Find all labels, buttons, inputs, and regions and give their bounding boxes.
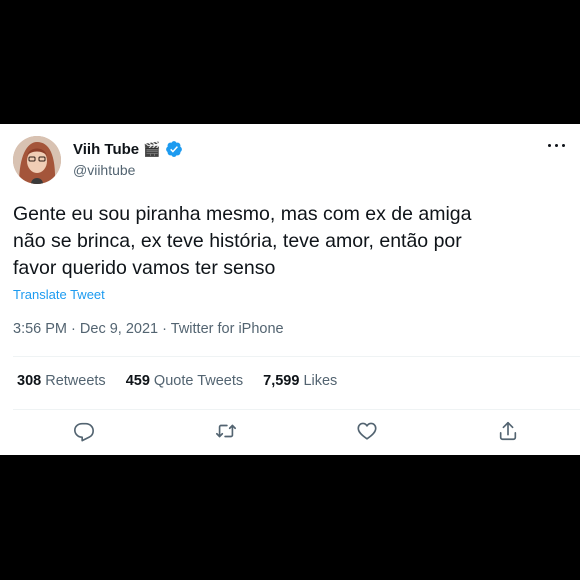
author-display-name[interactable]: Viih Tube <box>73 141 139 158</box>
author-name-row[interactable]: Viih Tube 🎬 <box>73 140 183 158</box>
quotes-count: 459 <box>125 373 150 389</box>
likes-label: Likes <box>303 373 338 389</box>
translate-tweet-link[interactable]: Translate Tweet <box>13 287 105 302</box>
quotes-label: Quote Tweets <box>153 373 244 389</box>
likes-stat[interactable]: 7,599 Likes <box>263 373 337 389</box>
share-icon[interactable] <box>497 420 519 442</box>
tweet-source[interactable]: Twitter for iPhone <box>171 321 284 337</box>
retweet-icon[interactable] <box>215 420 237 442</box>
avatar[interactable] <box>13 136 61 184</box>
tweet-stats: 308 Retweets 459 Quote Tweets 7,599 Like… <box>17 373 337 389</box>
tweet-date[interactable]: Dec 9, 2021 <box>80 321 158 337</box>
retweets-stat[interactable]: 308 Retweets <box>17 373 106 389</box>
meta-separator: · <box>71 321 76 337</box>
avatar-image <box>13 136 61 184</box>
tweet-text: Gente eu sou piranha mesmo, mas com ex d… <box>13 203 472 279</box>
verified-badge-icon <box>165 140 183 158</box>
clapperboard-emoji: 🎬 <box>143 141 161 157</box>
heart-icon[interactable] <box>356 420 378 442</box>
tweet-card: Viih Tube 🎬 @viihtube Gente eu sou piran… <box>0 124 580 455</box>
author-handle[interactable]: @viihtube <box>73 162 135 178</box>
tweet-actions <box>0 420 580 442</box>
tweet-meta: 3:56 PM · Dec 9, 2021 · Twitter for iPho… <box>13 321 284 337</box>
likes-count: 7,599 <box>263 373 300 389</box>
retweets-label: Retweets <box>45 373 106 389</box>
divider <box>13 409 580 410</box>
divider <box>13 356 580 357</box>
reply-icon[interactable] <box>73 420 95 442</box>
quote-tweets-stat[interactable]: 459 Quote Tweets <box>126 373 243 389</box>
meta-separator: · <box>162 321 167 337</box>
tweet-time[interactable]: 3:56 PM <box>13 321 67 337</box>
retweets-count: 308 <box>17 373 42 389</box>
more-dots-icon[interactable] <box>546 138 568 152</box>
